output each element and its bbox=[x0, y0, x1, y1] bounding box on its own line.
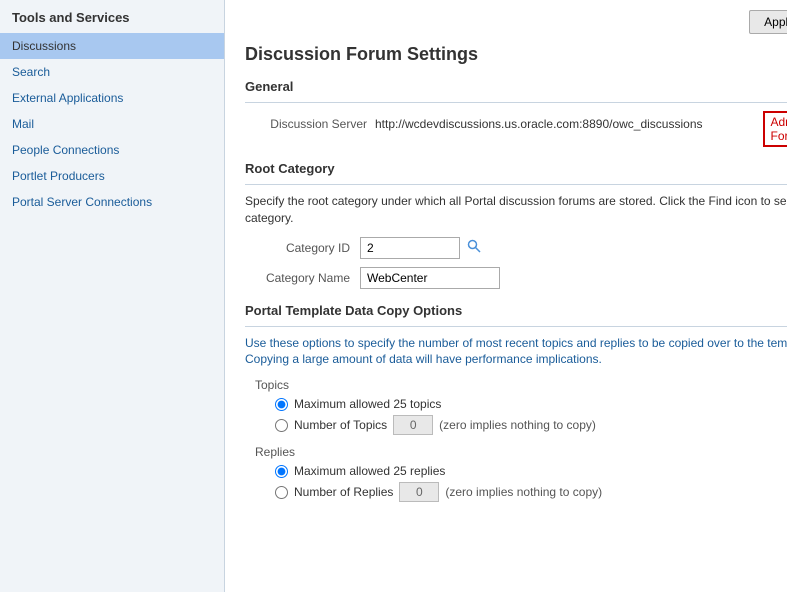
sidebar-item-search[interactable]: Search bbox=[0, 59, 224, 85]
template-section: Portal Template Data Copy Options Use th… bbox=[245, 303, 787, 503]
sidebar-item-discussions[interactable]: Discussions bbox=[0, 33, 224, 59]
root-category-section: Root Category Specify the root category … bbox=[245, 161, 787, 289]
discussion-server-value: http://wcdevdiscussions.us.oracle.com:88… bbox=[375, 117, 703, 131]
max-topics-label: Maximum allowed 25 topics bbox=[294, 397, 441, 411]
category-name-label: Category Name bbox=[245, 271, 360, 285]
num-topics-radio[interactable] bbox=[275, 419, 288, 432]
topics-label: Topics bbox=[255, 378, 787, 392]
template-section-title: Portal Template Data Copy Options bbox=[245, 303, 787, 318]
topics-group: Topics Maximum allowed 25 topics Number … bbox=[245, 378, 787, 435]
general-section: General Discussion Server http://wcdevdi… bbox=[245, 79, 787, 147]
max-replies-radio[interactable] bbox=[275, 465, 288, 478]
category-name-input[interactable] bbox=[360, 267, 500, 289]
num-replies-radio[interactable] bbox=[275, 486, 288, 499]
sidebar-item-portal-server-connections[interactable]: Portal Server Connections bbox=[0, 189, 224, 215]
num-replies-input[interactable] bbox=[399, 482, 439, 502]
num-replies-note: (zero implies nothing to copy) bbox=[445, 485, 602, 499]
replies-label: Replies bbox=[255, 445, 787, 459]
max-topics-radio[interactable] bbox=[275, 398, 288, 411]
page-title: Discussion Forum Settings bbox=[245, 44, 787, 65]
root-category-title: Root Category bbox=[245, 161, 787, 176]
sidebar-item-mail[interactable]: Mail bbox=[0, 111, 224, 137]
category-search-icon[interactable] bbox=[466, 238, 482, 257]
num-replies-label: Number of Replies bbox=[294, 485, 393, 499]
root-category-description: Specify the root category under which al… bbox=[245, 193, 787, 227]
num-topics-note: (zero implies nothing to copy) bbox=[439, 418, 596, 432]
category-id-label: Category ID bbox=[245, 241, 360, 255]
num-topics-label: Number of Topics bbox=[294, 418, 387, 432]
apply-button[interactable]: Apply bbox=[749, 10, 787, 34]
category-id-input[interactable] bbox=[360, 237, 460, 259]
template-description: Use these options to specify the number … bbox=[245, 335, 787, 369]
discussion-server-label: Discussion Server bbox=[245, 117, 375, 131]
sidebar-item-external-applications[interactable]: External Applications bbox=[0, 85, 224, 111]
sidebar-item-people-connections[interactable]: People Connections bbox=[0, 137, 224, 163]
sidebar-item-portlet-producers[interactable]: Portlet Producers bbox=[0, 163, 224, 189]
general-section-title: General bbox=[245, 79, 787, 94]
max-replies-label: Maximum allowed 25 replies bbox=[294, 464, 445, 478]
num-topics-input[interactable] bbox=[393, 415, 433, 435]
administer-forums-link[interactable]: Administer Forums bbox=[763, 111, 787, 147]
replies-group: Replies Maximum allowed 25 replies Numbe… bbox=[245, 445, 787, 502]
sidebar-title: Tools and Services bbox=[0, 0, 224, 33]
